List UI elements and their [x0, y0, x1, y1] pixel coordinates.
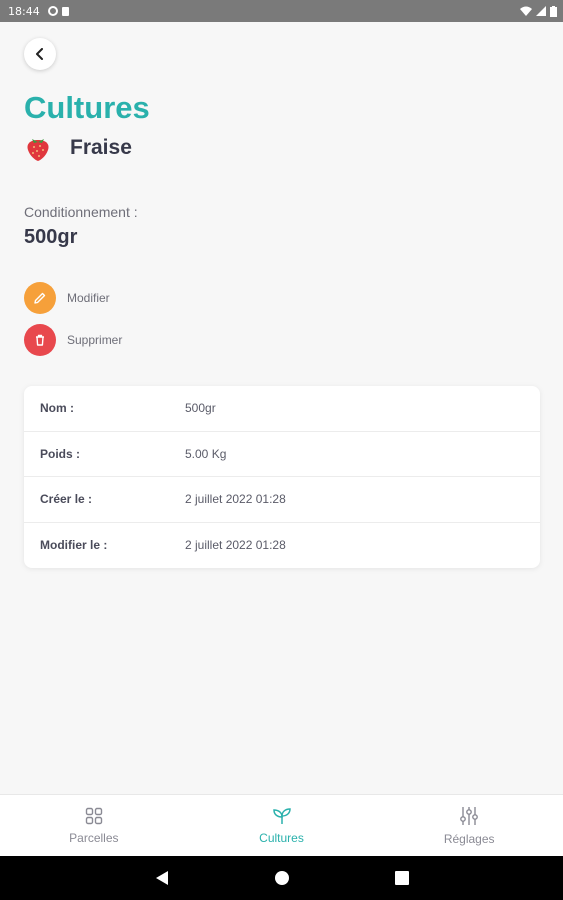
details-row-weight: Poids : 5.00 Kg	[24, 432, 540, 477]
details-key: Nom :	[40, 401, 74, 416]
system-recents-button[interactable]	[342, 871, 462, 885]
details-key: Créer le :	[40, 492, 93, 507]
edit-label[interactable]: Modifier	[67, 291, 110, 305]
sliders-icon	[460, 806, 479, 825]
triangle-back-icon	[155, 871, 168, 885]
bottom-nav: Parcelles Cultures Réglages	[0, 794, 563, 856]
strawberry-icon	[27, 139, 49, 161]
trash-icon	[36, 334, 44, 346]
wifi-icon	[520, 6, 532, 16]
square-recents-icon	[394, 871, 409, 885]
details-card: Nom : 500gr Poids : 5.00 Kg Créer le : 2…	[24, 386, 540, 568]
details-row-name: Nom : 500gr	[24, 386, 540, 432]
signal-icon	[536, 6, 546, 16]
status-time: 18:44	[8, 4, 40, 18]
status-bar: 18:44	[0, 0, 563, 22]
details-value: 2 juillet 2022 01:28	[185, 538, 286, 553]
sd-card-icon	[61, 6, 69, 16]
details-key: Modifier le :	[40, 538, 108, 553]
packaging-label: Conditionnement :	[24, 204, 138, 220]
details-row-created: Créer le : 2 juillet 2022 01:28	[24, 477, 540, 523]
crop-header: Fraise	[24, 134, 132, 162]
delete-label[interactable]: Supprimer	[67, 333, 122, 347]
crop-name: Fraise	[70, 136, 132, 159]
nav-label-parcelles[interactable]: Parcelles	[69, 831, 118, 845]
details-value: 5.00 Kg	[185, 446, 227, 461]
battery-icon	[550, 5, 557, 17]
system-back-button[interactable]	[102, 870, 222, 886]
sprout-icon	[272, 807, 291, 824]
packaging-value: 500gr	[24, 226, 78, 248]
system-nav-bar	[0, 856, 563, 900]
nav-item-cultures[interactable]: Cultures	[188, 795, 376, 856]
delete-button[interactable]: Supprimer	[24, 324, 122, 356]
circle-home-icon	[274, 871, 289, 885]
nav-item-reglages[interactable]: Réglages	[375, 795, 563, 856]
delete-circle[interactable]	[24, 324, 56, 356]
back-button[interactable]	[24, 38, 56, 70]
chevron-left-icon	[36, 48, 43, 60]
details-value: 2 juillet 2022 01:28	[185, 492, 286, 507]
details-value: 500gr	[185, 401, 216, 416]
details-row-modified: Modifier le : 2 juillet 2022 01:28	[24, 523, 540, 569]
main-content: Cultures Fraise Conditionnement : 500gr …	[0, 22, 563, 794]
grid-icon	[85, 807, 103, 824]
system-home-button[interactable]	[222, 870, 342, 886]
edit-circle[interactable]	[24, 282, 56, 314]
nav-label-cultures[interactable]: Cultures	[259, 831, 304, 845]
nav-item-parcelles[interactable]: Parcelles	[0, 795, 188, 856]
edit-button[interactable]: Modifier	[24, 282, 110, 314]
details-key: Poids :	[40, 446, 81, 461]
nav-label-reglages[interactable]: Réglages	[444, 832, 495, 846]
sync-icon	[47, 6, 58, 16]
pencil-icon	[34, 292, 46, 304]
page-title: Cultures	[24, 90, 150, 125]
